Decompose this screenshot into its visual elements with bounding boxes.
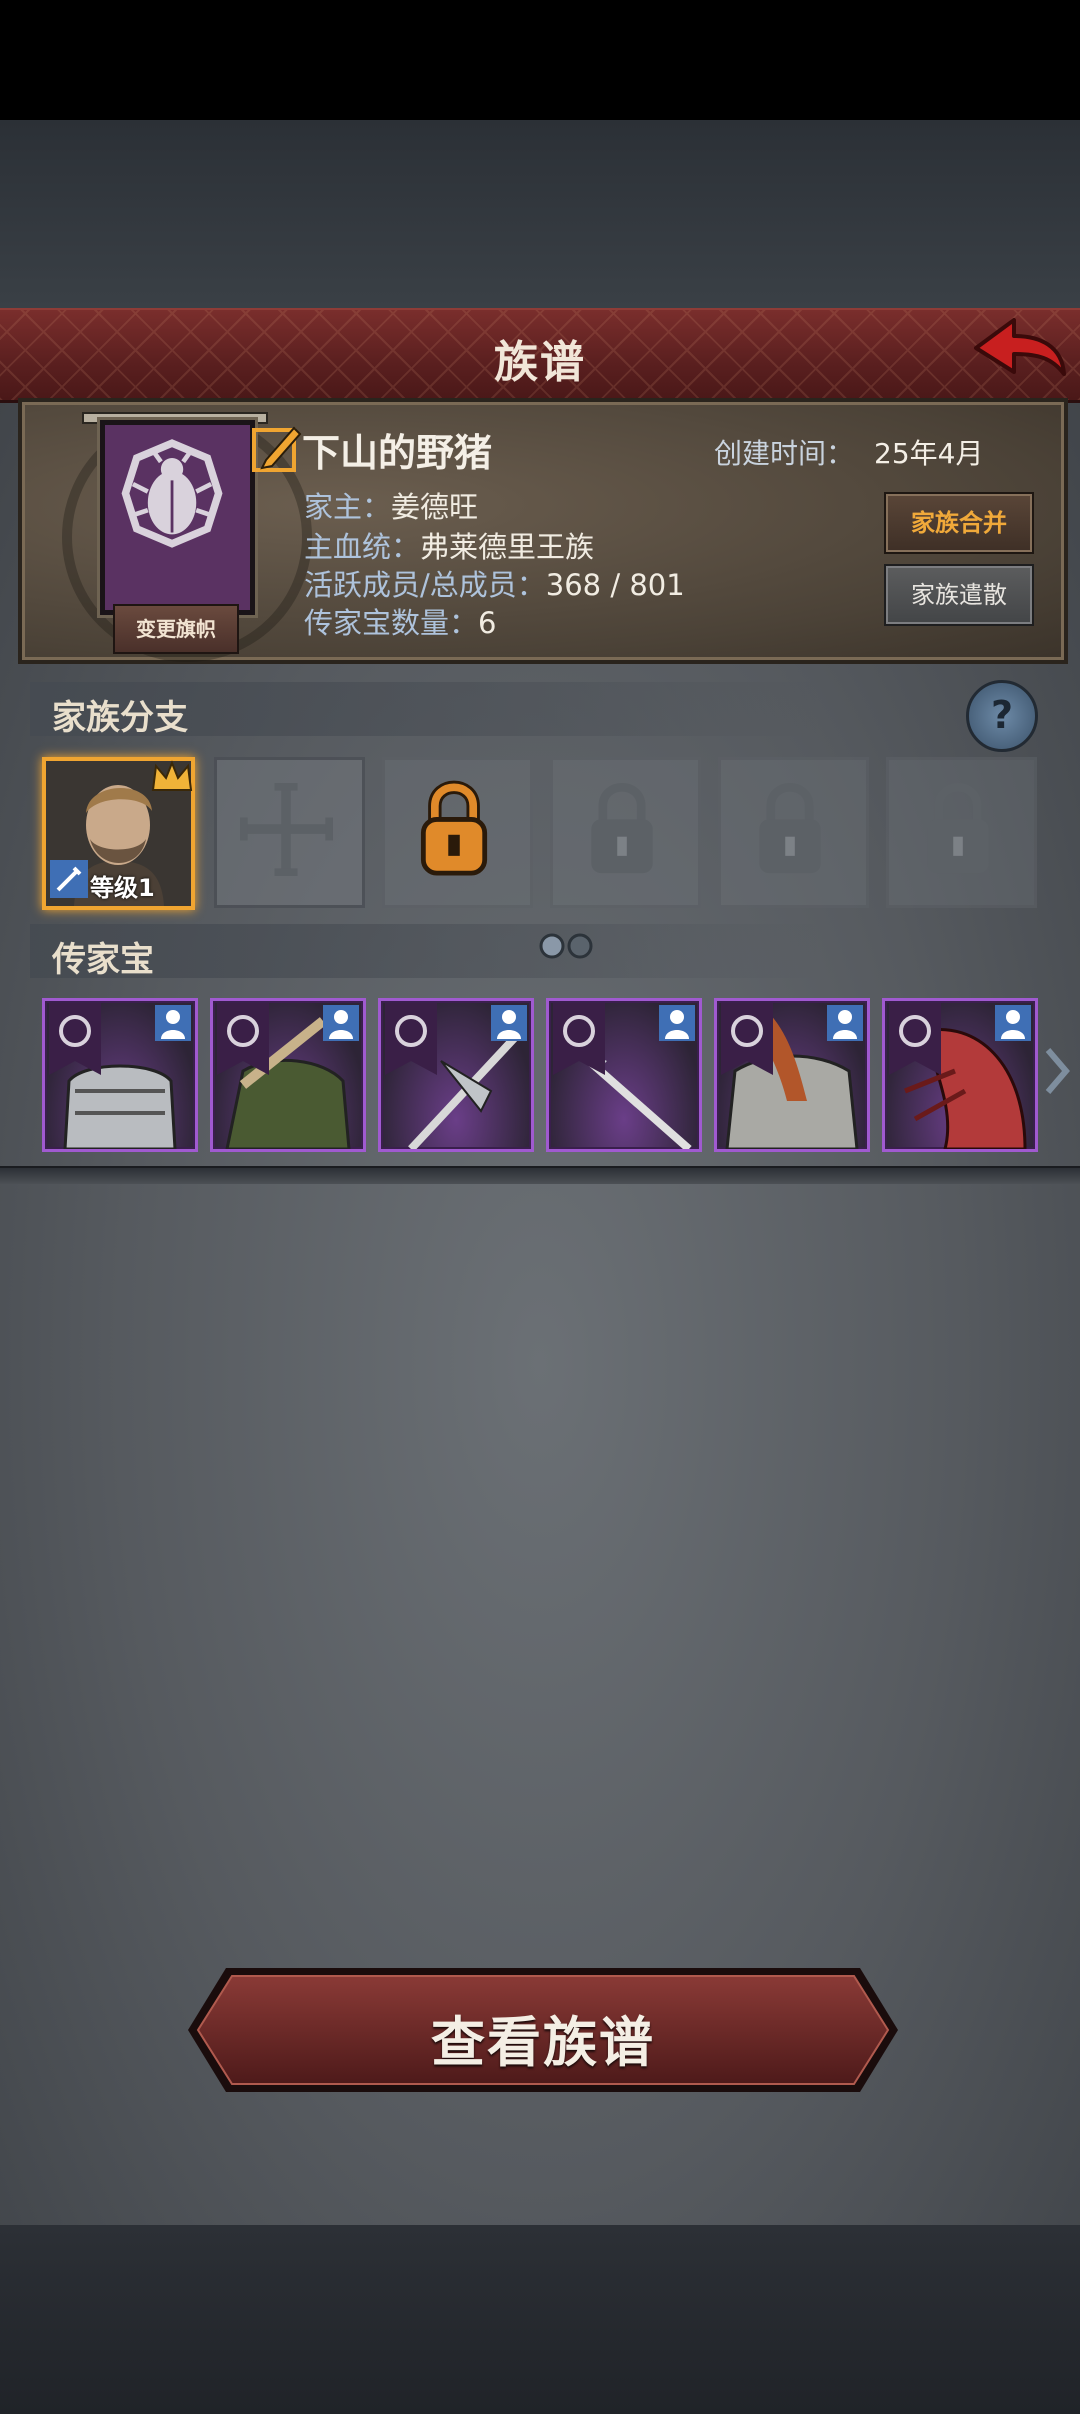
members-row: 活跃成员/总成员：368 / 801 <box>304 562 685 604</box>
members-value: 368 / 801 <box>545 568 685 602</box>
cross-emblem-icon <box>240 783 333 876</box>
section-divider <box>0 1166 1080 1184</box>
branch-section-title: 家族分支 <box>52 698 188 738</box>
heirloom-count-value: 6 <box>478 606 497 640</box>
family-name: 下山的野猪 <box>302 431 493 475</box>
lock-icon <box>759 783 821 874</box>
beetle-emblem-icon <box>121 439 223 548</box>
heirloom-section-title: 传家宝 <box>52 940 154 980</box>
view-family-tree-label: 查看族谱 <box>431 2011 655 2074</box>
sword-class-icon <box>50 860 88 898</box>
family-emblem-icon <box>385 1003 437 1075</box>
family-emblem-icon <box>49 1003 101 1075</box>
edit-name-icon[interactable] <box>248 420 304 476</box>
family-banner-flag[interactable] <box>100 420 255 615</box>
title-banner: 族谱 <box>0 308 1080 403</box>
branch-slot-locked[interactable] <box>886 757 1037 908</box>
heirloom-item-cape[interactable] <box>882 998 1038 1152</box>
heirloom-item-spear[interactable] <box>546 998 702 1152</box>
family-head-row: 家主：姜德旺 <box>304 484 478 526</box>
created-time-label: 创建时间： <box>714 437 855 470</box>
help-button[interactable]: ? <box>966 680 1038 752</box>
heirloom-item-chainmail[interactable] <box>714 998 870 1152</box>
branch-slot-locked[interactable] <box>550 757 701 908</box>
status-bar-area <box>0 0 1080 120</box>
created-time-value: 25年4月 <box>874 437 984 470</box>
person-icon <box>491 1005 527 1041</box>
background-upper <box>0 120 1080 310</box>
family-emblem-icon <box>721 1003 773 1075</box>
orange-lock-icon <box>420 780 488 876</box>
background-bottom <box>0 2225 1080 2414</box>
change-banner-button[interactable]: 变更旗帜 <box>113 604 239 654</box>
bloodline-value: 弗莱德里王族 <box>420 530 595 564</box>
family-emblem-icon <box>553 1003 605 1075</box>
members-label: 活跃成员/总成员： <box>304 568 546 602</box>
lock-icon <box>927 783 989 874</box>
heirloom-count-row: 传家宝数量：6 <box>304 600 496 642</box>
person-icon <box>827 1005 863 1041</box>
family-merge-button[interactable]: 家族合并 <box>884 492 1034 554</box>
back-arrow-icon[interactable] <box>968 312 1068 392</box>
heirloom-count-label: 传家宝数量： <box>304 606 479 640</box>
family-emblem-icon <box>217 1003 269 1075</box>
chevron-right-icon[interactable] <box>1044 1046 1070 1096</box>
family-disband-button[interactable]: 家族遣散 <box>884 564 1034 626</box>
family-emblem-icon <box>889 1003 941 1075</box>
family-head-label: 家主： <box>304 490 392 524</box>
branch-section-header: 家族分支 <box>30 682 820 738</box>
heirloom-item-halberd[interactable] <box>378 998 534 1152</box>
branch-slot-unlockable[interactable] <box>382 757 533 908</box>
heirloom-section-header: 传家宝 <box>30 924 820 980</box>
crown-icon <box>151 760 193 791</box>
heirloom-item-cloak[interactable] <box>210 998 366 1152</box>
lock-icon <box>591 783 653 874</box>
page-title: 族谱 <box>494 337 586 388</box>
branch-slot-empty[interactable] <box>214 757 365 908</box>
person-icon <box>323 1005 359 1041</box>
person-icon <box>995 1005 1031 1041</box>
branch-slot-locked[interactable] <box>718 757 869 908</box>
person-icon <box>155 1005 191 1041</box>
family-head-value: 姜德旺 <box>391 490 479 524</box>
page-dots-icon <box>539 933 593 959</box>
person-icon <box>659 1005 695 1041</box>
heirloom-item-armor[interactable] <box>42 998 198 1152</box>
bloodline-label: 主血统： <box>304 530 421 564</box>
bloodline-row: 主血统：弗莱德里王族 <box>304 524 594 566</box>
leader-level: 等级1 <box>90 874 155 902</box>
